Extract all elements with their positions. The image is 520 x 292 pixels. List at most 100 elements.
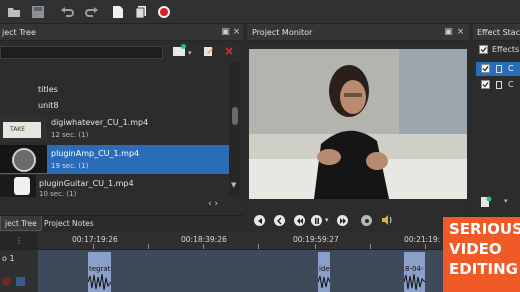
project-tree-search-row: ▾ × [0,43,243,61]
chevron-down-icon[interactable]: ▾ [504,197,508,205]
track-name: o 1 [2,254,15,263]
timecode-label: 00:17:19:26 [72,235,118,244]
float-panel-icon[interactable]: ▣ [444,24,453,41]
ruler-tick [203,244,204,249]
video-preview[interactable] [249,49,467,199]
clip-duration: 19 sec. (1) [51,162,89,170]
effect-name: C [508,80,514,89]
previous-frame-icon[interactable] [274,215,285,226]
folder-label: titles [38,85,58,94]
add-effect-icon[interactable] [480,196,492,208]
copy-icon[interactable] [133,4,149,20]
redo-icon[interactable] [84,4,100,20]
project-tree-scrollbar[interactable] [229,62,241,197]
timeline-clip[interactable]: tegrat [88,252,111,292]
watermark-line: VIDEO [449,240,502,258]
effect-stack-titlebar: Effect Stac [473,24,520,41]
clip-name: pluginGuitar_CU_1.mp4 [39,179,134,188]
add-badge-icon [181,44,186,49]
timecode-label: 00:21:19: [404,235,441,244]
project-tree-titlebar: ject Tree ▣ × [0,24,243,41]
effects-header: Effects [476,43,520,57]
clip-item[interactable]: TAKE digiwhatever_CU_1.mp4 12 sec. (1) [0,114,229,144]
ruler-tick [315,244,316,249]
ruler-tick [258,244,259,249]
fast-forward-icon[interactable] [337,215,348,226]
serious-video-editing-watermark: SERIOUS VIDEO EDITING [443,217,520,292]
settings-gear-icon[interactable] [361,215,372,226]
project-monitor-titlebar: Project Monitor ▣ × [247,24,469,41]
chevron-down-icon[interactable]: ▾ [188,49,192,57]
timeline-clip[interactable]: 8-04- [404,252,425,292]
watermark-line: SERIOUS [449,220,520,238]
edit-icon[interactable] [203,46,214,57]
effect-item[interactable]: C [476,78,520,92]
effect-type-icon [496,65,502,73]
effect-item-selected[interactable]: C [476,62,520,76]
float-panel-icon[interactable]: ▣ [221,24,230,41]
clip-thumbnail: TAKE [0,115,47,143]
scrollbar-thumb[interactable] [232,107,238,125]
effect-stack-title: Effect Stac [477,28,520,37]
delete-icon[interactable]: × [224,44,234,58]
rewind-icon[interactable] [294,215,305,226]
new-document-icon[interactable] [110,4,126,20]
seek-start-icon[interactable] [254,215,265,226]
timecode-label: 00:18:39:26 [181,235,227,244]
effect-name: C [508,64,514,73]
clip-name: pluginAmp_CU_1.mp4 [51,149,140,158]
project-tree-title: ject Tree [2,28,36,37]
audio-waveform [404,273,425,291]
folder-label: unit8 [38,101,59,110]
folder-item-titles[interactable]: titles [0,83,229,97]
undo-icon[interactable] [59,4,75,20]
main-toolbar [0,0,520,24]
timeline-clip[interactable]: ide [318,252,330,292]
search-input[interactable] [0,46,163,59]
effects-checkbox[interactable] [479,45,488,54]
monitor-controls: ▾ [249,212,467,232]
track-header: o 1 [0,250,38,292]
close-panel-icon[interactable]: × [456,24,465,41]
effect-enable-checkbox[interactable] [481,80,490,89]
guitar-image [14,177,30,195]
save-icon[interactable] [30,4,46,20]
tab-project-tree[interactable]: ject Tree [0,216,42,231]
timecode-label: 00:19:59:27 [293,235,339,244]
clip-item[interactable]: pluginGuitar_CU_1.mp4 10 sec. (1) [0,175,229,199]
pause-icon[interactable] [311,215,322,226]
clip-thumbnail [0,145,47,173]
scroll-down-icon[interactable]: ▼ [231,181,236,189]
volume-icon[interactable] [381,214,393,226]
folder-item-unit8[interactable]: unit8 [0,99,229,113]
clip-duration: 10 sec. (1) [39,190,77,198]
clip-name: digiwhatever_CU_1.mp4 [51,118,149,127]
project-monitor-title: Project Monitor [252,28,313,37]
clip-thumbnail [0,175,36,197]
scroll-horizontal-icon[interactable]: ‹ › [208,199,218,209]
close-panel-icon[interactable]: × [232,24,241,41]
folder-icon[interactable] [6,4,22,20]
ruler-tick [370,244,371,249]
clip-item-selected[interactable]: pluginAmp_CU_1.mp4 19 sec. (1) [0,145,229,174]
video-frame-image [249,49,467,199]
play-options-chevron-icon[interactable]: ▾ [325,216,329,224]
effects-label: Effects [492,45,520,54]
audio-waveform [318,275,330,289]
watermark-line: EDITING [449,260,518,278]
effect-enable-checkbox[interactable] [481,64,490,73]
tab-project-notes[interactable]: Project Notes [40,216,98,231]
effect-type-icon [496,81,502,89]
amp-knob-image [12,148,36,172]
add-clip-icon[interactable] [173,44,186,56]
track-mute-icon[interactable] [2,277,11,286]
ruler-tick [93,244,94,249]
ruler-tick [425,244,426,249]
clip-duration: 12 sec. (1) [51,131,89,139]
audio-waveform [88,273,111,291]
thumbnail-text: TAKE [10,126,26,133]
track-video-icon[interactable] [16,277,25,286]
project-tree-tabs: ject Tree Project Notes [0,215,243,231]
record-icon[interactable] [156,4,172,20]
track-header-handle-icon[interactable]: ⋮ [15,236,23,245]
